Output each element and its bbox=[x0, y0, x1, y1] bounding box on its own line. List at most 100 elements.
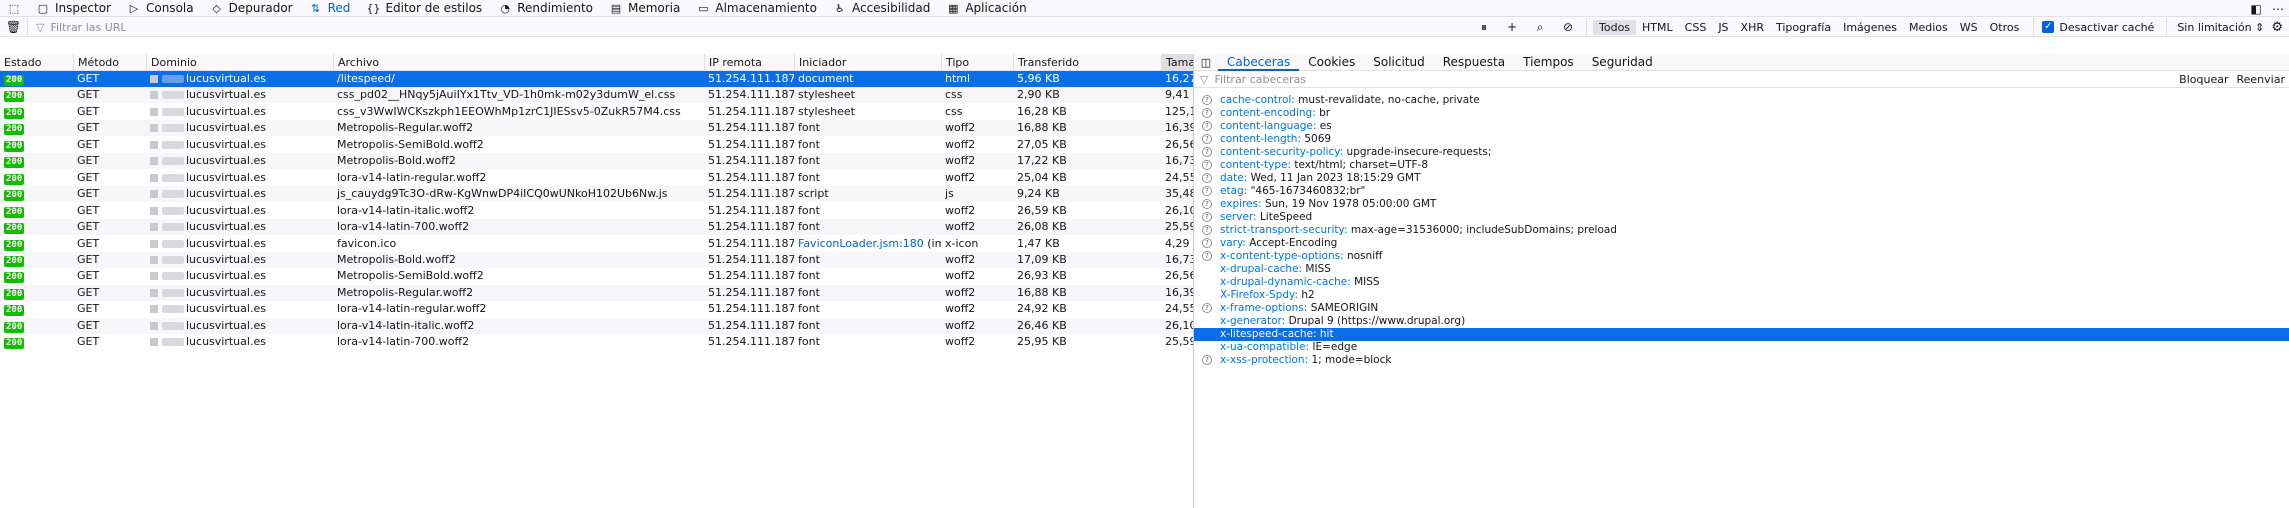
pause-icon[interactable]: ⏸ bbox=[1470, 20, 1498, 35]
table-row[interactable]: 200 GET lucusvirtual.es css_v3WwIWCKszkph1E… bbox=[0, 103, 1193, 120]
tab-memoria[interactable]: ▤ Memoria bbox=[601, 0, 688, 17]
details-tab-solicitud[interactable]: Solicitud bbox=[1364, 54, 1434, 71]
table-row[interactable]: 200 GET lucusvirtual.es lora-v14-latin-700.… bbox=[0, 219, 1193, 236]
details-tab-cookies[interactable]: Cookies bbox=[1299, 54, 1364, 71]
header-row[interactable]: ? content-encoding: br bbox=[1194, 107, 2289, 120]
help-icon[interactable]: ? bbox=[1202, 251, 1212, 261]
tab-aplicación[interactable]: ▦ Aplicación bbox=[938, 0, 1034, 17]
block-icon[interactable]: ⊘ bbox=[1554, 20, 1582, 34]
headers-filter-input[interactable] bbox=[1214, 72, 1465, 86]
disable-cache-toggle[interactable]: ✓ Desactivar caché bbox=[2033, 17, 2154, 37]
tab-depurador[interactable]: ◇ Depurador bbox=[202, 0, 301, 17]
type-filter-medios[interactable]: Medios bbox=[1903, 20, 1954, 35]
more-options-icon[interactable]: ⋯ bbox=[2267, 2, 2289, 16]
header-row[interactable]: ? date: Wed, 11 Jan 2023 18:15:29 GMT bbox=[1194, 172, 2289, 185]
table-row[interactable]: 200 GET lucusvirtual.es/litespeed/51.254.1… bbox=[0, 71, 1193, 87]
type-filter-js[interactable]: JS bbox=[1712, 20, 1734, 35]
tab-almacenamiento[interactable]: ▭ Almacenamiento bbox=[688, 0, 825, 17]
header-row[interactable]: ? x-content-type-options: nosniff bbox=[1194, 250, 2289, 263]
header-row[interactable]: x-generator: Drupal 9 (https://www.drupa… bbox=[1194, 315, 2289, 328]
column-header-6[interactable]: Iniciador bbox=[794, 54, 941, 71]
header-row[interactable]: ? content-type: text/html; charset=UTF-8 bbox=[1194, 159, 2289, 172]
help-icon[interactable]: ? bbox=[1202, 303, 1212, 313]
help-icon[interactable]: ? bbox=[1202, 108, 1212, 118]
url-filter-input[interactable] bbox=[50, 20, 651, 34]
header-row[interactable]: ? content-language: es bbox=[1194, 120, 2289, 133]
help-icon[interactable]: ? bbox=[1202, 173, 1212, 183]
details-tab-respuesta[interactable]: Respuesta bbox=[1434, 54, 1514, 71]
help-icon[interactable]: ? bbox=[1202, 355, 1212, 365]
type-filter-ws[interactable]: WS bbox=[1954, 20, 1984, 35]
help-icon[interactable]: ? bbox=[1202, 199, 1212, 209]
type-filter-html[interactable]: HTML bbox=[1636, 20, 1679, 35]
header-row[interactable]: ? x-xss-protection: 1; mode=block bbox=[1194, 354, 2289, 367]
header-row[interactable]: x-ua-compatible: IE=edge bbox=[1194, 341, 2289, 354]
header-row[interactable]: ? cache-control: must-revalidate, no-cach… bbox=[1194, 94, 2289, 107]
tab-consola[interactable]: ▷ Consola bbox=[119, 0, 202, 17]
column-header-3[interactable]: Dominio bbox=[146, 54, 333, 71]
table-row[interactable]: 200 GET lucusvirtual.es lora-v14-latin-ital… bbox=[0, 202, 1193, 219]
settings-gear-icon[interactable]: ⚙ bbox=[2271, 18, 2283, 37]
toggle-panel-icon[interactable]: ◫ bbox=[1194, 56, 1218, 69]
header-row[interactable]: ? x-frame-options: SAMEORIGIN bbox=[1194, 302, 2289, 315]
header-row[interactable]: ? strict-transport-security: max-age=3153… bbox=[1194, 224, 2289, 237]
tab-red[interactable]: ⇅ Red bbox=[301, 0, 359, 17]
add-icon[interactable]: + bbox=[1498, 20, 1526, 34]
disable-cache-checkbox[interactable]: ✓ bbox=[2042, 21, 2055, 33]
type-filter-css[interactable]: CSS bbox=[1679, 20, 1713, 35]
help-icon[interactable]: ? bbox=[1202, 212, 1212, 222]
resend-button[interactable]: Reenviar bbox=[2233, 73, 2289, 86]
table-row[interactable]: 200 GET lucusvirtual.es Metropolis-Bold.wof… bbox=[0, 251, 1193, 268]
column-header-8[interactable]: Transferido bbox=[1013, 54, 1161, 71]
type-filter-otros[interactable]: Otros bbox=[1984, 20, 2026, 35]
header-row[interactable]: x-drupal-cache: MISS bbox=[1194, 263, 2289, 276]
type-filter-tipografía[interactable]: Tipografía bbox=[1770, 20, 1837, 35]
help-icon[interactable]: ? bbox=[1202, 186, 1212, 196]
header-row[interactable]: ? content-length: 5069 bbox=[1194, 133, 2289, 146]
throttling-select[interactable]: Sin limitación ⇕ bbox=[2166, 17, 2264, 37]
dock-icon[interactable]: ◧ bbox=[2245, 2, 2267, 16]
tab-inspector[interactable]: ▢ Inspector bbox=[28, 0, 119, 17]
table-row[interactable]: 200 GET lucusvirtual.es lora-v14-latin-ital… bbox=[0, 317, 1193, 334]
table-row[interactable]: 200 GET lucusvirtual.es css_pd02__HNqy5jAui… bbox=[0, 87, 1193, 104]
table-row[interactable]: 200 GET lucusvirtual.es js_cauydg9Tc3O-dRw-… bbox=[0, 186, 1193, 203]
initiator-link[interactable]: FaviconLoader.jsm:180 bbox=[798, 237, 924, 250]
type-filter-xhr[interactable]: XHR bbox=[1735, 20, 1770, 35]
header-row[interactable]: x-litespeed-cache: hit bbox=[1194, 328, 2289, 341]
table-row[interactable]: 200 GET lucusvirtual.es Metropolis-SemiBold… bbox=[0, 268, 1193, 285]
column-header-7[interactable]: Tipo bbox=[941, 54, 1013, 71]
help-icon[interactable]: ? bbox=[1202, 147, 1212, 157]
help-icon[interactable]: ? bbox=[1202, 238, 1212, 248]
help-icon[interactable]: ? bbox=[1202, 134, 1212, 144]
header-row[interactable]: x-drupal-dynamic-cache: MISS bbox=[1194, 276, 2289, 289]
table-row[interactable]: 200 GET lucusvirtual.es Metropolis-SemiBold… bbox=[0, 136, 1193, 153]
header-row[interactable]: ? expires: Sun, 19 Nov 1978 05:00:00 GMT bbox=[1194, 198, 2289, 211]
details-tab-cabeceras[interactable]: Cabeceras bbox=[1218, 54, 1300, 71]
block-button[interactable]: Bloquear bbox=[2175, 73, 2232, 86]
column-header-5[interactable]: IP remota bbox=[704, 54, 794, 71]
header-row[interactable]: X-Firefox-Spdy: h2 bbox=[1194, 289, 2289, 302]
tab-rendimiento[interactable]: ◔ Rendimiento bbox=[490, 0, 601, 17]
table-row[interactable]: 200 GET lucusvirtual.es Metropolis-Regular.… bbox=[0, 120, 1193, 137]
header-row[interactable]: ? content-security-policy: upgrade-insecu… bbox=[1194, 146, 2289, 159]
table-row[interactable]: 200 GET lucusvirtual.es Metropolis-Bold.wof… bbox=[0, 153, 1193, 170]
header-row[interactable]: ? etag: "465-1673460832;br" bbox=[1194, 185, 2289, 198]
column-header-4[interactable]: Archivo bbox=[333, 54, 704, 71]
table-row[interactable]: 200 GET lucusvirtual.es lora-v14-latin-regu… bbox=[0, 169, 1193, 186]
table-row[interactable]: 200 GET lucusvirtual.es lora-v14-latin-700.… bbox=[0, 334, 1193, 351]
element-picker-icon[interactable]: ⬚ bbox=[0, 0, 28, 17]
tab-editor-de-estilos[interactable]: {} Editor de estilos bbox=[358, 0, 490, 17]
header-row[interactable]: ? vary: Accept-Encoding bbox=[1194, 237, 2289, 250]
details-tab-seguridad[interactable]: Seguridad bbox=[1583, 54, 1662, 71]
table-row[interactable]: 200 GET lucusvirtual.es favicon.ico 51.254.1… bbox=[0, 235, 1193, 252]
help-icon[interactable]: ? bbox=[1202, 160, 1212, 170]
column-header-2[interactable]: Método bbox=[73, 54, 146, 71]
column-header-9[interactable]: Tama... bbox=[1161, 54, 1193, 71]
table-row[interactable]: 200 GET lucusvirtual.es Metropolis-Regular.… bbox=[0, 284, 1193, 301]
help-icon[interactable]: ? bbox=[1202, 121, 1212, 131]
tab-accesibilidad[interactable]: ♿ Accesibilidad bbox=[825, 0, 938, 17]
details-tab-tiempos[interactable]: Tiempos bbox=[1514, 54, 1583, 71]
help-icon[interactable]: ? bbox=[1202, 225, 1212, 235]
search-icon[interactable]: ⌕ bbox=[1526, 20, 1554, 35]
header-row[interactable]: ? server: LiteSpeed bbox=[1194, 211, 2289, 224]
